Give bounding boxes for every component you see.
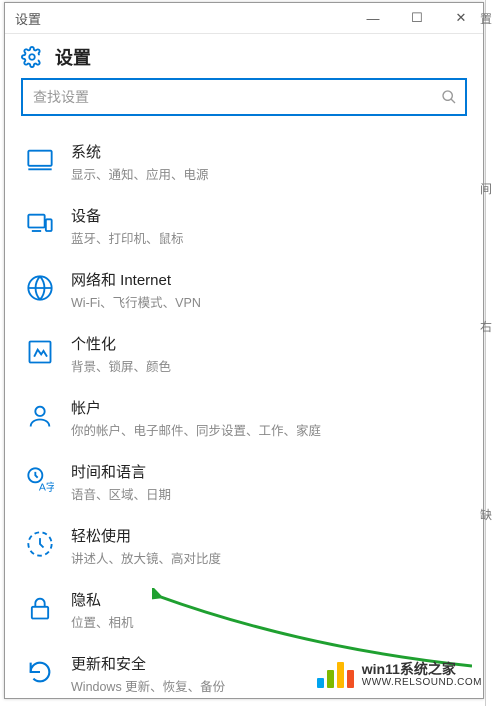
maximize-button[interactable]: ☐ bbox=[395, 3, 439, 33]
category-personal[interactable]: 个性化背景、锁屏、颜色 bbox=[5, 322, 483, 386]
category-subtitle: 显示、通知、应用、电源 bbox=[71, 164, 209, 183]
category-title: 时间和语言 bbox=[71, 461, 171, 482]
update-icon bbox=[23, 655, 57, 689]
category-subtitle: 蓝牙、打印机、鼠标 bbox=[71, 228, 184, 247]
category-time[interactable]: A字 时间和语言语音、区域、日期 bbox=[5, 450, 483, 514]
category-privacy[interactable]: 隐私位置、相机 bbox=[5, 578, 483, 642]
search-icon bbox=[441, 89, 457, 105]
settings-window: 设置 — ☐ ✕ 设置 系统显示、通 bbox=[4, 2, 484, 699]
system-icon bbox=[23, 143, 57, 177]
category-title: 设备 bbox=[71, 205, 184, 226]
ease-icon bbox=[23, 527, 57, 561]
search-input[interactable] bbox=[31, 88, 441, 106]
background-window-strip: 置 间 右 缺 bbox=[485, 0, 500, 706]
category-subtitle: 你的帐户、电子邮件、同步设置、工作、家庭 bbox=[71, 420, 321, 439]
category-title: 帐户 bbox=[71, 397, 321, 418]
time-icon: A字 bbox=[23, 463, 57, 497]
category-title: 网络和 Internet bbox=[71, 269, 201, 290]
category-title: 隐私 bbox=[71, 589, 134, 610]
devices-icon bbox=[23, 207, 57, 241]
category-devices[interactable]: 设备蓝牙、打印机、鼠标 bbox=[5, 194, 483, 258]
side-char: 置 bbox=[480, 10, 492, 27]
side-char: 右 bbox=[480, 318, 492, 335]
category-accounts[interactable]: 帐户你的帐户、电子邮件、同步设置、工作、家庭 bbox=[5, 386, 483, 450]
watermark-logo-icon bbox=[317, 662, 354, 688]
window-title: 设置 bbox=[5, 9, 41, 28]
accounts-icon bbox=[23, 399, 57, 433]
category-list: 系统显示、通知、应用、电源设备蓝牙、打印机、鼠标网络和 Internet Wi-F… bbox=[5, 124, 483, 706]
category-subtitle: 讲述人、放大镜、高对比度 bbox=[71, 548, 221, 567]
category-subtitle: Wi-Fi、飞行模式、VPN bbox=[71, 292, 201, 311]
minimize-button[interactable]: — bbox=[351, 3, 395, 33]
watermark-url: WWW.RELSOUND.COM bbox=[362, 677, 482, 688]
category-network[interactable]: 网络和 Internet Wi-Fi、飞行模式、VPN bbox=[5, 258, 483, 322]
category-title: 个性化 bbox=[71, 333, 171, 354]
category-system[interactable]: 系统显示、通知、应用、电源 bbox=[5, 130, 483, 194]
page-title: 设置 bbox=[55, 44, 91, 70]
window-controls: — ☐ ✕ bbox=[351, 3, 483, 33]
page-header: 设置 bbox=[5, 34, 483, 78]
category-ease[interactable]: 轻松使用讲述人、放大镜、高对比度 bbox=[5, 514, 483, 578]
category-title: 轻松使用 bbox=[71, 525, 221, 546]
category-title: 系统 bbox=[71, 141, 209, 162]
svg-text:A字: A字 bbox=[39, 481, 54, 494]
network-icon bbox=[23, 271, 57, 305]
close-button[interactable]: ✕ bbox=[439, 3, 483, 33]
watermark: win11系统之家 WWW.RELSOUND.COM bbox=[317, 662, 482, 688]
side-char: 间 bbox=[480, 180, 492, 197]
category-subtitle: Windows 更新、恢复、备份 bbox=[71, 676, 225, 695]
side-char: 缺 bbox=[480, 506, 492, 523]
personal-icon bbox=[23, 335, 57, 369]
search-box[interactable] bbox=[21, 78, 467, 116]
category-subtitle: 位置、相机 bbox=[71, 612, 134, 631]
category-subtitle: 背景、锁屏、颜色 bbox=[71, 356, 171, 375]
titlebar: 设置 — ☐ ✕ bbox=[5, 3, 483, 34]
category-title: 更新和安全 bbox=[71, 653, 225, 674]
gear-icon bbox=[21, 46, 43, 68]
category-subtitle: 语音、区域、日期 bbox=[71, 484, 171, 503]
privacy-icon bbox=[23, 591, 57, 625]
watermark-text: win11系统之家 bbox=[362, 662, 482, 677]
